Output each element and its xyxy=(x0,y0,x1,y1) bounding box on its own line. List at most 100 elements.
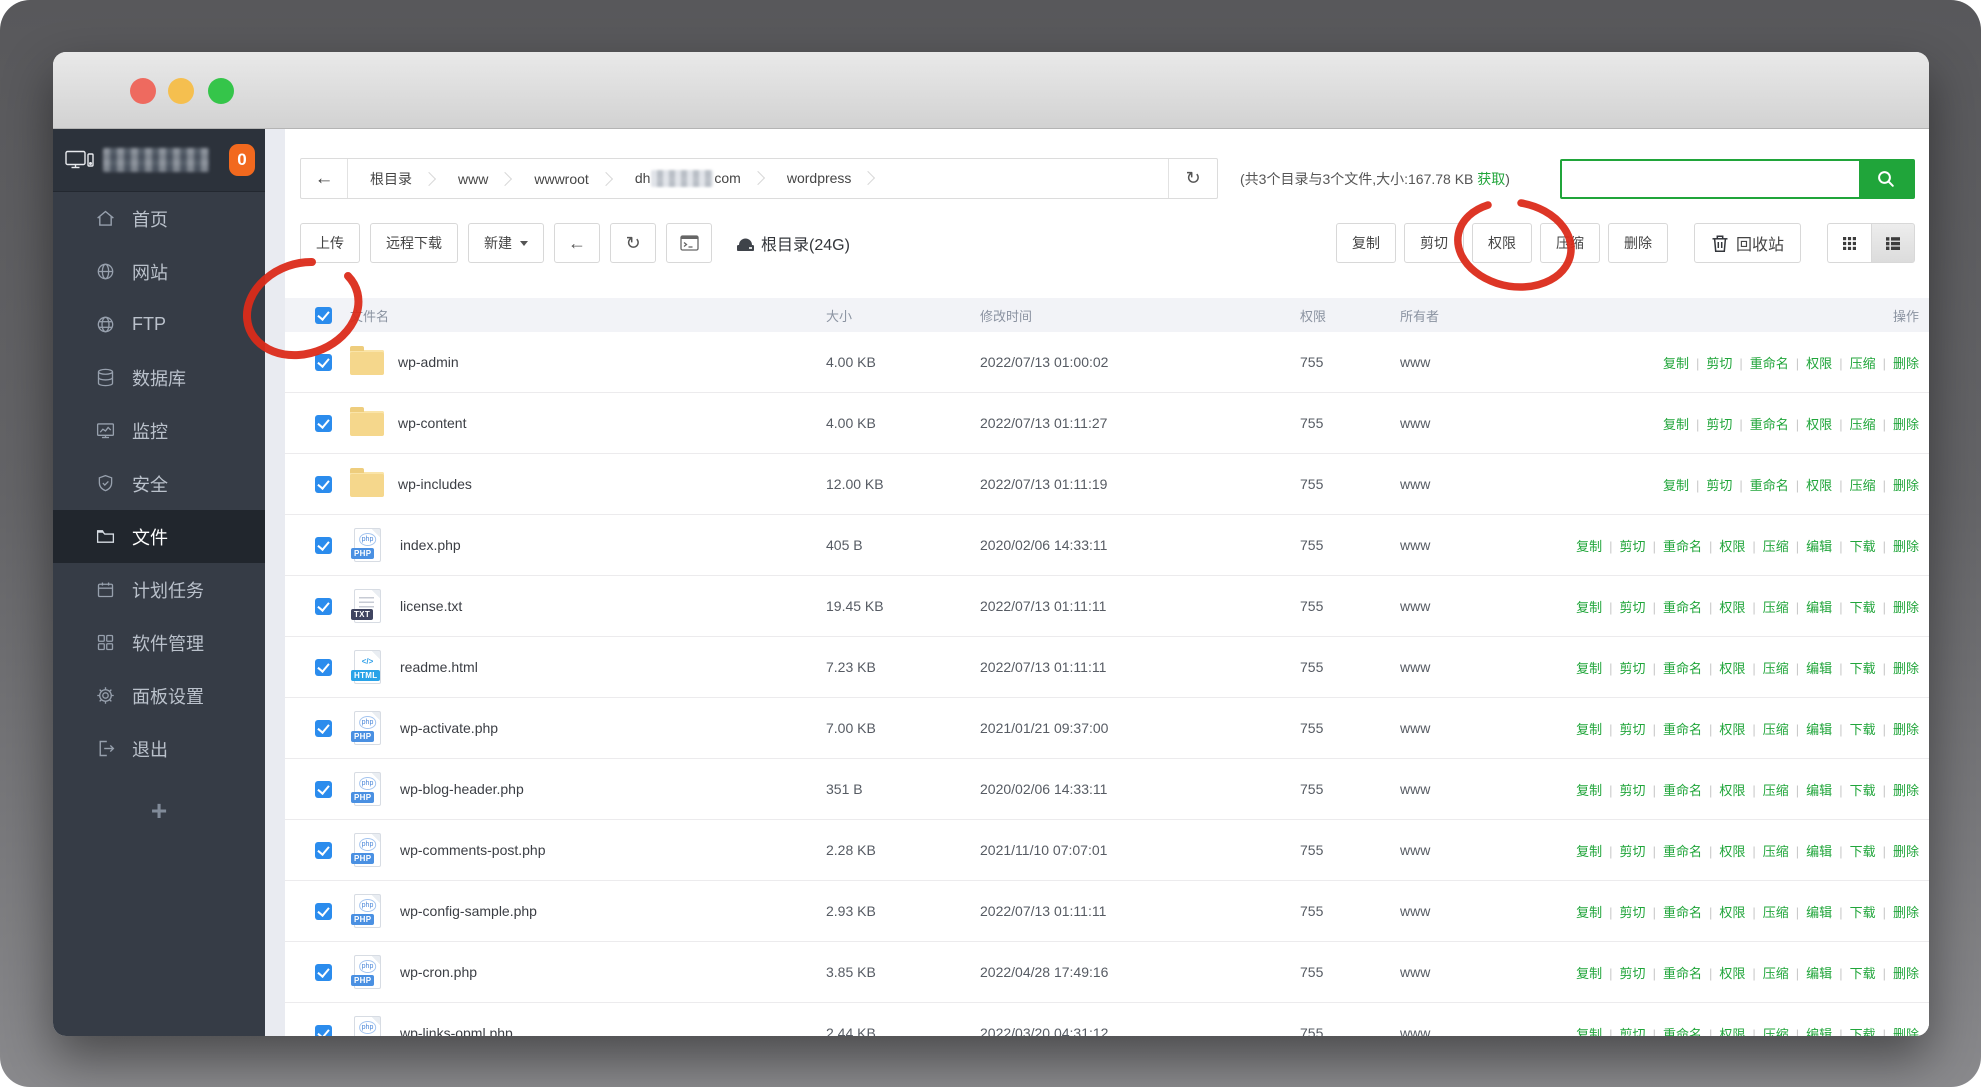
table-row[interactable]: wp-includes 12.00 KB 2022/07/13 01:11:19… xyxy=(285,454,1929,515)
row-checkbox[interactable] xyxy=(315,597,332,615)
upload-button[interactable]: 上传 xyxy=(300,223,360,263)
bulk-action-button[interactable]: 复制 xyxy=(1335,223,1396,263)
row-action-link[interactable]: 删除 xyxy=(1876,844,1919,859)
row-action-link[interactable]: 下载 xyxy=(1832,966,1875,981)
row-action-link[interactable]: 复制 xyxy=(1576,539,1602,554)
fetch-size-link[interactable]: 获取 xyxy=(1477,171,1505,187)
row-action-link[interactable]: 删除 xyxy=(1876,478,1919,493)
bulk-action-button[interactable]: 剪切 xyxy=(1403,223,1464,263)
row-action-link[interactable]: 重命名 xyxy=(1646,600,1702,615)
row-action-link[interactable]: 剪切 xyxy=(1689,478,1732,493)
sidebar-item[interactable]: 文件 xyxy=(53,510,265,563)
table-row[interactable]: wp-admin 4.00 KB 2022/07/13 01:00:02 755… xyxy=(285,332,1929,393)
header-size[interactable]: 大小 xyxy=(820,306,980,325)
row-action-link[interactable]: 压缩 xyxy=(1832,417,1875,432)
row-action-link[interactable]: 权限 xyxy=(1702,722,1745,737)
row-checkbox[interactable] xyxy=(315,658,332,676)
sidebar-item[interactable]: 网站 xyxy=(53,245,265,298)
row-action-link[interactable]: 剪切 xyxy=(1602,783,1645,798)
breadcrumb-item-redacted[interactable]: dh com xyxy=(613,170,751,188)
row-action-link[interactable]: 复制 xyxy=(1663,478,1689,493)
row-checkbox[interactable] xyxy=(315,841,332,859)
sidebar-item[interactable]: 面板设置 xyxy=(53,669,265,722)
row-action-link[interactable]: 压缩 xyxy=(1745,844,1788,859)
panel-logo[interactable]: 0 xyxy=(53,129,265,192)
row-action-link[interactable]: 重命名 xyxy=(1646,844,1702,859)
row-action-link[interactable]: 重命名 xyxy=(1646,966,1702,981)
sidebar-item[interactable]: 软件管理 xyxy=(53,616,265,669)
row-checkbox[interactable] xyxy=(315,414,332,432)
row-action-link[interactable]: 复制 xyxy=(1576,722,1602,737)
file-name[interactable]: wp-blog-header.php xyxy=(400,781,524,797)
row-action-link[interactable]: 编辑 xyxy=(1789,844,1832,859)
row-action-link[interactable]: 剪切 xyxy=(1602,966,1645,981)
row-action-link[interactable]: 剪切 xyxy=(1689,356,1732,371)
row-checkbox[interactable] xyxy=(315,353,332,371)
table-row[interactable]: wp-links-opml.php 2.44 KB 2022/03/20 04:… xyxy=(285,1003,1929,1036)
row-action-link[interactable]: 权限 xyxy=(1789,356,1832,371)
row-action-link[interactable]: 复制 xyxy=(1576,844,1602,859)
file-name[interactable]: wp-admin xyxy=(398,354,459,370)
row-action-link[interactable]: 编辑 xyxy=(1789,600,1832,615)
row-action-link[interactable]: 复制 xyxy=(1576,966,1602,981)
row-action-link[interactable]: 复制 xyxy=(1576,783,1602,798)
list-view-button[interactable] xyxy=(1871,223,1915,263)
row-checkbox[interactable] xyxy=(315,963,332,981)
row-action-link[interactable]: 重命名 xyxy=(1646,905,1702,920)
row-action-link[interactable]: 编辑 xyxy=(1789,1027,1832,1037)
row-action-link[interactable]: 重命名 xyxy=(1646,1027,1702,1037)
row-action-link[interactable]: 剪切 xyxy=(1602,905,1645,920)
row-action-link[interactable]: 删除 xyxy=(1876,966,1919,981)
sidebar-item[interactable]: 计划任务 xyxy=(53,563,265,616)
row-action-link[interactable]: 权限 xyxy=(1789,417,1832,432)
row-action-link[interactable]: 删除 xyxy=(1876,539,1919,554)
grid-view-button[interactable] xyxy=(1827,223,1871,263)
row-action-link[interactable]: 权限 xyxy=(1702,661,1745,676)
table-row[interactable]: wp-blog-header.php 351 B 2020/02/06 14:3… xyxy=(285,759,1929,820)
row-action-link[interactable]: 删除 xyxy=(1876,783,1919,798)
sidebar-item[interactable]: 退出 xyxy=(53,722,265,775)
search-input[interactable] xyxy=(1562,160,1859,197)
table-row[interactable]: wp-config-sample.php 2.93 KB 2022/07/13 … xyxy=(285,881,1929,942)
row-action-link[interactable]: 压缩 xyxy=(1745,722,1788,737)
row-action-link[interactable]: 重命名 xyxy=(1646,783,1702,798)
file-name[interactable]: wp-includes xyxy=(398,476,472,492)
row-action-link[interactable]: 权限 xyxy=(1702,783,1745,798)
sidebar-add-button[interactable]: + xyxy=(53,795,265,827)
row-action-link[interactable]: 剪切 xyxy=(1602,600,1645,615)
row-action-link[interactable]: 压缩 xyxy=(1745,600,1788,615)
path-refresh-icon[interactable]: ↻ xyxy=(1168,159,1217,198)
table-row[interactable]: wp-comments-post.php 2.28 KB 2021/11/10 … xyxy=(285,820,1929,881)
row-action-link[interactable]: 剪切 xyxy=(1602,539,1645,554)
row-action-link[interactable]: 下载 xyxy=(1832,539,1875,554)
row-action-link[interactable]: 压缩 xyxy=(1745,783,1788,798)
row-action-link[interactable]: 复制 xyxy=(1663,417,1689,432)
breadcrumb-item-current[interactable]: wordpress xyxy=(765,170,862,186)
sidebar-item[interactable]: 数据库 xyxy=(53,351,265,404)
header-filename[interactable]: 文件名 xyxy=(337,306,820,325)
file-name[interactable]: wp-cron.php xyxy=(400,964,477,980)
row-action-link[interactable]: 权限 xyxy=(1702,966,1745,981)
row-action-link[interactable]: 压缩 xyxy=(1832,478,1875,493)
search-button[interactable] xyxy=(1859,160,1913,197)
terminal-button[interactable] xyxy=(666,223,712,263)
file-name[interactable]: license.txt xyxy=(400,598,462,614)
file-name[interactable]: wp-links-opml.php xyxy=(400,1025,513,1036)
row-action-link[interactable]: 下载 xyxy=(1832,600,1875,615)
sidebar-item[interactable]: 安全 xyxy=(53,457,265,510)
row-action-link[interactable]: 重命名 xyxy=(1646,661,1702,676)
row-action-link[interactable]: 权限 xyxy=(1702,539,1745,554)
close-button[interactable] xyxy=(130,78,156,104)
row-action-link[interactable]: 复制 xyxy=(1576,600,1602,615)
row-action-link[interactable]: 下载 xyxy=(1832,783,1875,798)
table-row[interactable]: wp-activate.php 7.00 KB 2021/01/21 09:37… xyxy=(285,698,1929,759)
minimize-button[interactable] xyxy=(168,78,194,104)
row-action-link[interactable]: 编辑 xyxy=(1789,966,1832,981)
row-action-link[interactable]: 删除 xyxy=(1876,905,1919,920)
table-row[interactable]: wp-cron.php 3.85 KB 2022/04/28 17:49:16 … xyxy=(285,942,1929,1003)
file-name[interactable]: wp-config-sample.php xyxy=(400,903,537,919)
row-action-link[interactable]: 权限 xyxy=(1702,600,1745,615)
row-action-link[interactable]: 编辑 xyxy=(1789,661,1832,676)
file-name[interactable]: wp-content xyxy=(398,415,466,431)
row-action-link[interactable]: 压缩 xyxy=(1745,1027,1788,1037)
